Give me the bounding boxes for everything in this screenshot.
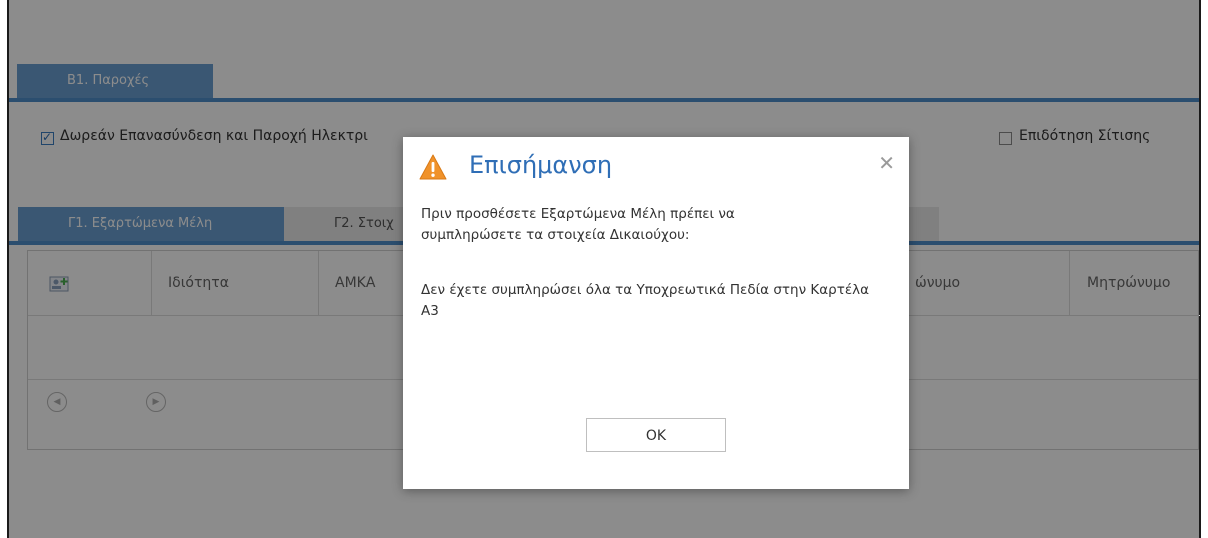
dialog-message-2: Δεν έχετε συμπληρώσει όλα τα Υποχρεωτικά… — [421, 282, 870, 319]
warning-dialog: Επισήμανση ✕ Πριν προσθέσετε Εξαρτώμενα … — [403, 137, 909, 489]
dialog-title: Επισήμανση — [469, 151, 613, 179]
app-window: Β1. Παροχές Δωρεάν Επανασύνδεση και Παρο… — [0, 0, 1208, 538]
close-icon[interactable]: ✕ — [878, 151, 895, 175]
dialog-message-1: Πριν προσθέσετε Εξαρτώμενα Μέλη πρέπει ν… — [421, 206, 735, 243]
ok-button[interactable]: OK — [586, 418, 726, 452]
warning-icon — [419, 154, 447, 180]
